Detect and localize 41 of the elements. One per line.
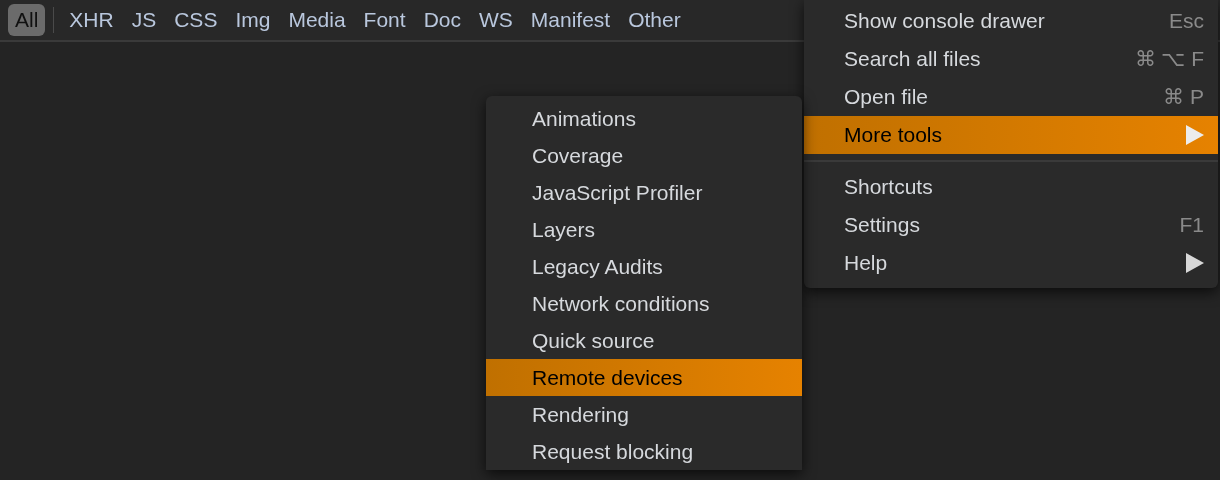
menu-item[interactable]: Help <box>804 244 1218 282</box>
filter-tab[interactable]: Img <box>228 4 278 36</box>
submenu-arrow-icon <box>1186 253 1204 273</box>
filter-tab[interactable]: Manifest <box>523 4 618 36</box>
menu-item[interactable]: Shortcuts <box>804 168 1218 206</box>
menu-item[interactable]: Network conditions <box>486 285 802 322</box>
menu-item[interactable]: Search all files ⌘ ⌥ F <box>804 40 1218 78</box>
menu-item-label: Settings <box>844 213 920 237</box>
menu-item[interactable]: Layers <box>486 211 802 248</box>
menu-item-label: Open file <box>844 85 929 109</box>
menu-item[interactable]: Legacy Audits <box>486 248 802 285</box>
menu-item[interactable]: Settings F1 <box>804 206 1218 244</box>
menu-item-label: More tools <box>844 123 943 147</box>
menu-item-label: Show console drawer <box>844 9 1045 33</box>
menu-item-label: Shortcuts <box>844 175 933 199</box>
menu-item[interactable]: JavaScript Profiler <box>486 174 802 211</box>
filter-tab[interactable]: XHR <box>62 4 121 36</box>
keyboard-shortcut: ⌘ P <box>1163 85 1204 109</box>
menu-item[interactable]: More tools <box>804 116 1218 154</box>
menu-item[interactable]: Remote devices <box>486 359 802 396</box>
menu-item-label: Search all files <box>844 47 981 71</box>
menu-item[interactable]: Animations <box>486 100 802 137</box>
filter-tab[interactable]: Doc <box>416 4 468 36</box>
menu-item-label: Help <box>844 251 888 275</box>
filter-tab[interactable]: WS <box>472 4 520 36</box>
menu-item[interactable]: Show console drawer Esc <box>804 2 1218 40</box>
menu-item[interactable]: Request blocking <box>486 433 802 470</box>
filter-tab[interactable]: CSS <box>167 4 225 36</box>
keyboard-shortcut: F1 <box>1179 213 1204 237</box>
filter-tab[interactable]: Font <box>356 4 413 36</box>
menu-item[interactable]: Rendering <box>486 396 802 433</box>
keyboard-shortcut: Esc <box>1169 9 1204 33</box>
menu-item[interactable]: Coverage <box>486 137 802 174</box>
keyboard-shortcut: ⌘ ⌥ F <box>1134 47 1204 71</box>
filter-tab[interactable]: Other <box>621 4 688 36</box>
menu-item[interactable]: Quick source <box>486 322 802 359</box>
submenu-arrow-icon <box>1186 125 1204 145</box>
menu-item[interactable]: Open file ⌘ P <box>804 78 1218 116</box>
filter-tab[interactable]: JS <box>124 4 164 36</box>
filter-tab[interactable]: All <box>8 4 46 36</box>
filter-tab[interactable]: Media <box>281 4 353 36</box>
